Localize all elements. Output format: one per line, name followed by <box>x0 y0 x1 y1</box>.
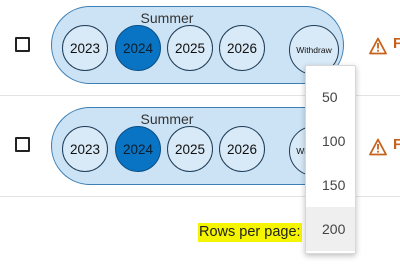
year-option-2025[interactable]: 2025 <box>167 126 213 172</box>
rows-per-page-label: Rows per page: <box>198 223 302 242</box>
term-label: Summer <box>140 10 194 26</box>
rows-option-100[interactable]: 100 <box>306 119 355 163</box>
alert-text: F <box>393 136 400 153</box>
year-option-2024[interactable]: 2024 <box>115 126 161 172</box>
row-checkbox[interactable] <box>15 137 30 152</box>
year-option-2026[interactable]: 2026 <box>219 126 265 172</box>
course-selection-table: Summer 2023 2024 2025 2026 Withdraw F Su… <box>0 0 400 264</box>
rows-option-50[interactable]: 50 <box>306 75 355 119</box>
year-option-2023[interactable]: 2023 <box>62 126 108 172</box>
warning-triangle-icon <box>369 138 387 156</box>
year-option-2026[interactable]: 2026 <box>219 25 265 71</box>
year-option-2025[interactable]: 2025 <box>167 25 213 71</box>
term-label: Summer <box>140 111 194 127</box>
rows-per-page-menu: 50 100 150 200 <box>305 65 356 254</box>
warning-triangle-icon <box>369 37 387 55</box>
term-selector: Summer 2023 2024 2025 2026 Withdraw <box>51 6 344 84</box>
term-selector: Summer 2023 2024 2025 2026 Withdraw <box>51 107 344 185</box>
alert-text: F <box>393 35 400 52</box>
rows-option-150[interactable]: 150 <box>306 163 355 207</box>
row-checkbox[interactable] <box>15 37 30 52</box>
year-option-2024[interactable]: 2024 <box>115 25 161 71</box>
rows-option-200[interactable]: 200 <box>306 207 355 251</box>
year-option-2023[interactable]: 2023 <box>62 25 108 71</box>
